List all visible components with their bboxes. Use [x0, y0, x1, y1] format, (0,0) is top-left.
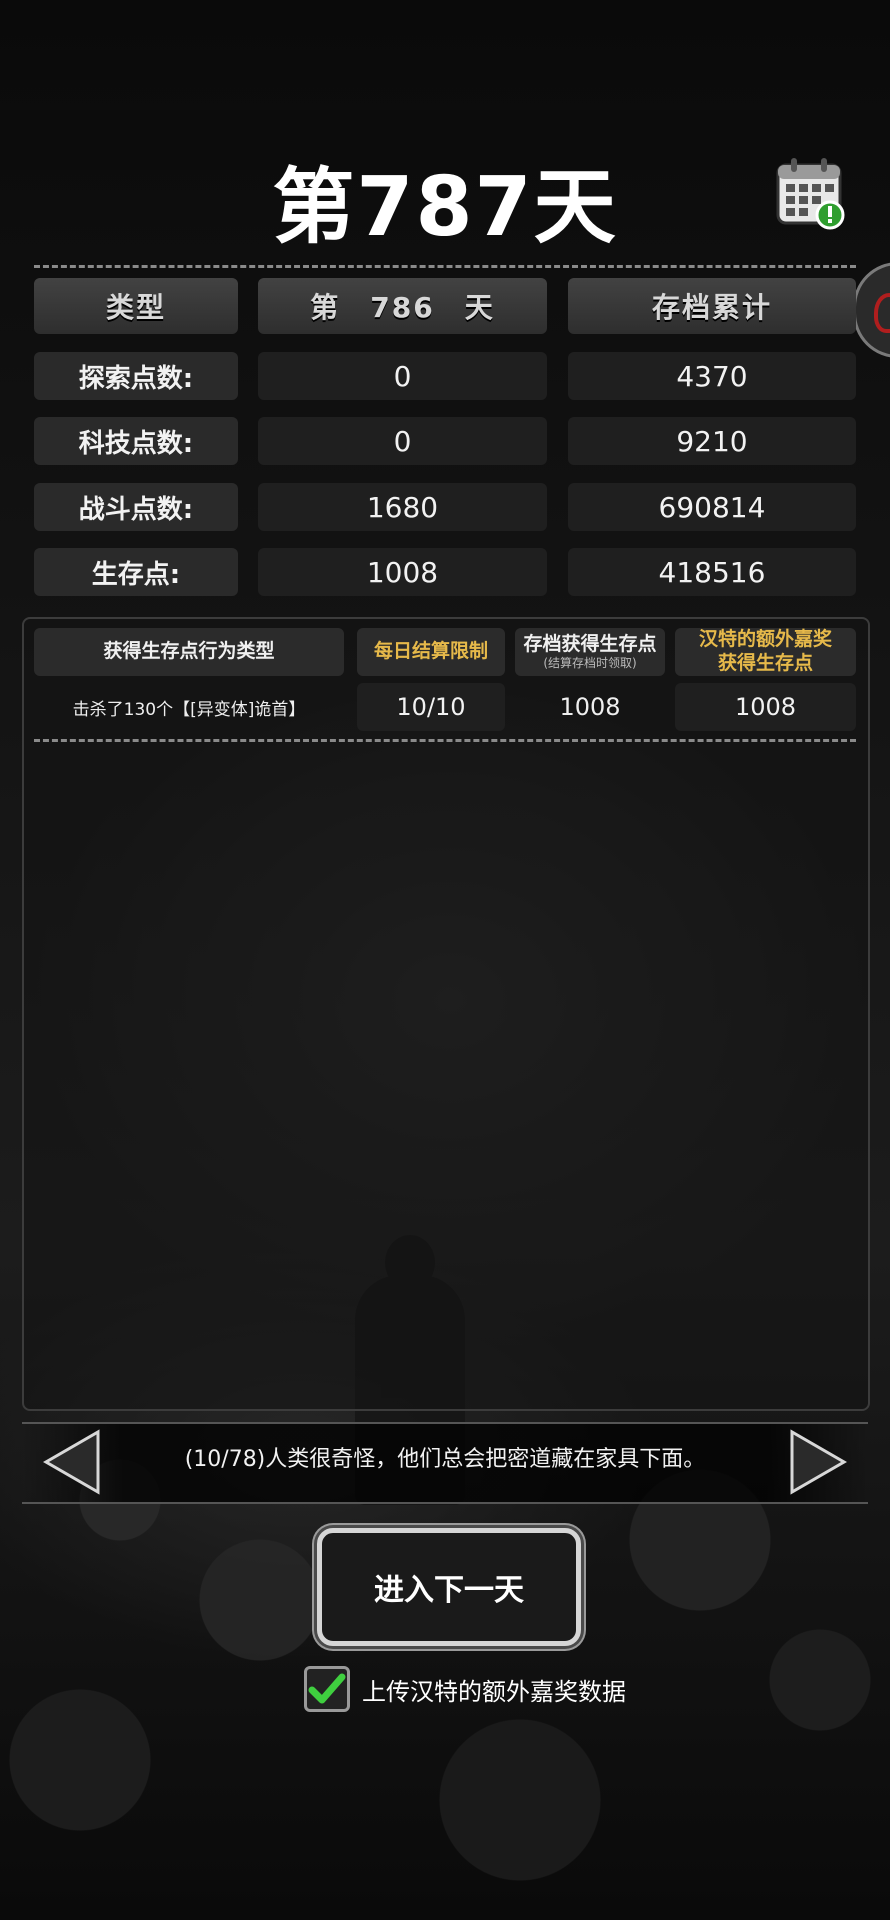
survival-header-save: 存档获得生存点 (结算存档时领取): [515, 628, 665, 676]
survival-header-type: 获得生存点行为类型: [34, 628, 344, 676]
checkmark-icon: [308, 1673, 346, 1704]
upload-checkbox[interactable]: [304, 1666, 350, 1712]
stats-row-label: 科技点数:: [34, 417, 238, 465]
stats-header-type: 类型: [34, 278, 238, 334]
survival-header-bonus-line1: 汉特的额外嘉奖: [698, 628, 832, 651]
tip-text: (10/78)人类很奇怪，他们总会把密道藏在家具下面。: [184, 1447, 706, 1472]
stats-row-label: 生存点:: [34, 548, 238, 596]
stats-row-total-value: 418516: [568, 548, 856, 596]
stats-row-total-value: 690814: [568, 483, 856, 531]
survival-row-limit: 10/10: [357, 683, 505, 731]
stats-row-day-value: 0: [258, 352, 547, 400]
survival-header-limit: 每日结算限制: [357, 628, 505, 676]
stats-header-total: 存档累计: [568, 278, 856, 334]
survival-row-bonus: 1008: [675, 683, 856, 731]
stats-row-total-value: 4370: [568, 352, 856, 400]
next-tip-arrow-icon[interactable]: [788, 1428, 848, 1496]
stats-row-day-value: 1008: [258, 548, 547, 596]
previous-tip-arrow-icon[interactable]: [42, 1428, 102, 1496]
stats-row-day-value: 0: [258, 417, 547, 465]
stats-row-day-value: 1680: [258, 483, 547, 531]
stats-row-label: 探索点数:: [34, 352, 238, 400]
survival-header-bonus-line2: 获得生存点: [717, 652, 813, 674]
survival-row-action: 击杀了130个【[异变体]诡首】: [72, 699, 306, 720]
divider-top: [34, 265, 856, 268]
day-title: 第787天: [272, 160, 618, 255]
stats-row-label: 战斗点数:: [34, 483, 238, 531]
stats-row-total-value: 9210: [568, 417, 856, 465]
next-day-button[interactable]: 进入下一天: [317, 1528, 581, 1646]
calendar-icon[interactable]: [775, 155, 845, 230]
survival-header-save-note: (结算存档时领取): [543, 656, 637, 671]
survival-header-save-title: 存档获得生存点: [523, 632, 657, 655]
survival-header-bonus: 汉特的额外嘉奖 获得生存点: [675, 628, 856, 676]
survival-points-panel[interactable]: [22, 617, 870, 1411]
survival-row-save: 1008: [559, 693, 621, 721]
upload-label: 上传汉特的额外嘉奖数据: [362, 1677, 626, 1706]
divider-survival: [34, 739, 856, 742]
upload-option[interactable]: 上传汉特的额外嘉奖数据: [304, 1664, 626, 1714]
stats-header-day: 第 786 天: [258, 278, 547, 334]
